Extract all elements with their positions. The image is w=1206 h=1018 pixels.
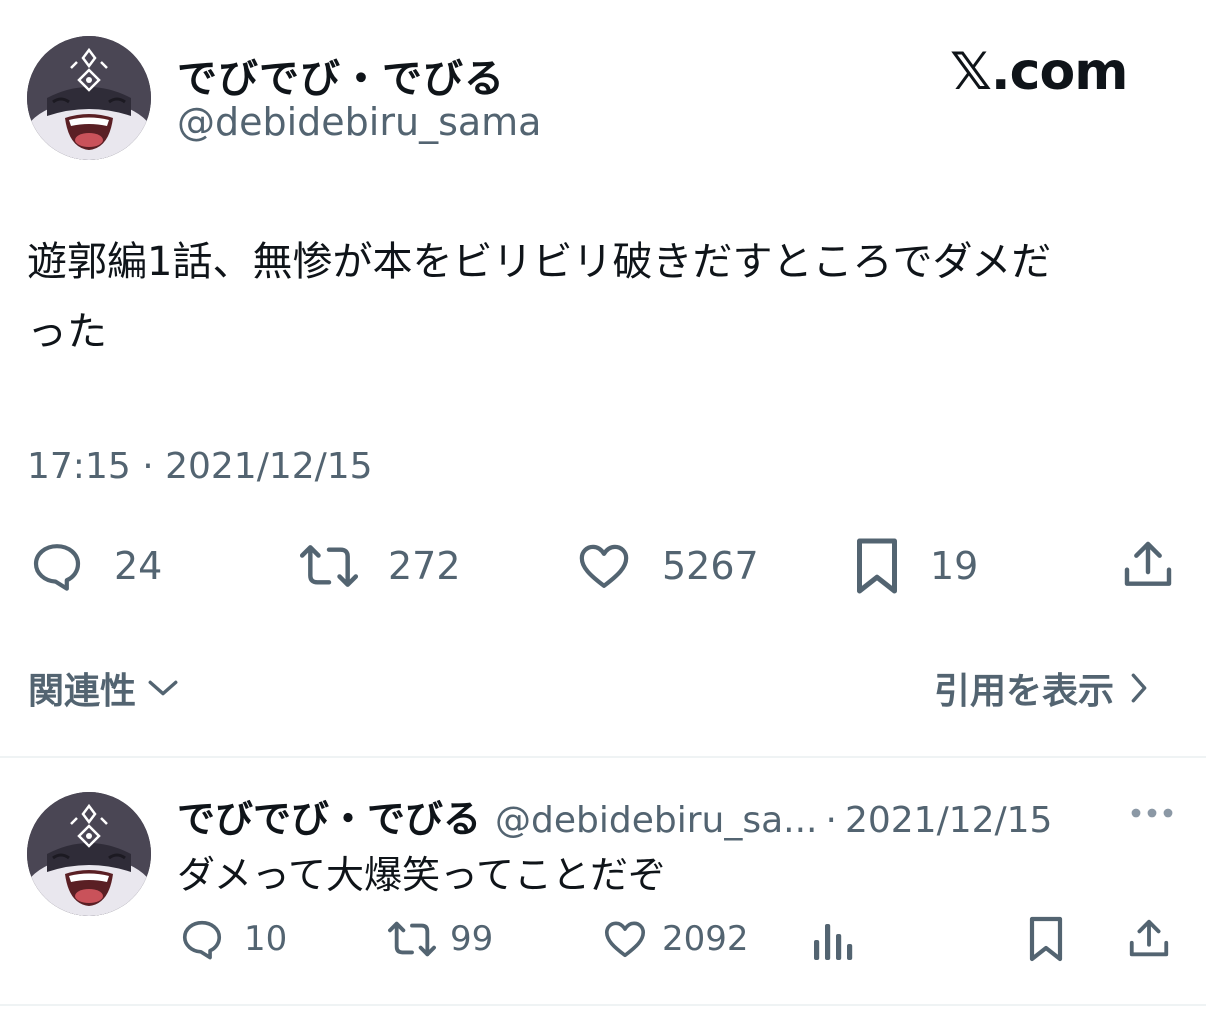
share-button[interactable] xyxy=(1120,536,1176,594)
heart-icon xyxy=(574,538,634,594)
bottom-divider xyxy=(0,1004,1206,1006)
reply-retweet-count: 99 xyxy=(450,919,494,959)
heart-icon xyxy=(600,916,650,962)
bookmark-icon xyxy=(852,536,902,596)
share-upload-icon xyxy=(1120,536,1176,594)
reply-like-stat[interactable]: 2092 xyxy=(600,916,749,962)
chevron-down-icon xyxy=(146,676,180,700)
site-brand-logo: 𝕏.com xyxy=(950,42,1128,102)
relevance-sort-dropdown[interactable]: 関連性 xyxy=(28,662,180,714)
reply-reply-stat[interactable]: 10 xyxy=(178,916,287,962)
reply-like-count: 2092 xyxy=(662,919,749,959)
tweet-timestamp[interactable]: 17:15 · 2021/12/15 xyxy=(27,446,373,487)
retweet-stat[interactable]: 272 xyxy=(298,538,461,594)
reply-separator: · xyxy=(825,800,837,841)
reply-share-button[interactable] xyxy=(1126,914,1172,964)
like-count: 5267 xyxy=(662,544,759,588)
bookmark-icon xyxy=(1026,914,1066,964)
reply-stat[interactable]: 24 xyxy=(28,538,162,594)
view-quotes-link[interactable]: 引用を表示 xyxy=(934,662,1150,714)
reply-count: 24 xyxy=(114,544,163,588)
speech-bubble-icon xyxy=(28,538,86,594)
author-avatar[interactable] xyxy=(27,36,151,160)
bookmark-stat[interactable]: 19 xyxy=(852,536,978,596)
avatar-image xyxy=(27,36,151,160)
reply-views-stat[interactable] xyxy=(812,916,856,964)
avatar-image xyxy=(27,792,151,916)
chevron-right-icon xyxy=(1128,671,1150,705)
view-quotes-label: 引用を表示 xyxy=(934,671,1115,712)
reply-header: でびでび・でびる @debidebiru_sa... · 2021/12/15 xyxy=(177,788,1052,843)
speech-bubble-icon xyxy=(178,916,226,962)
reply-retweet-stat[interactable]: 99 xyxy=(386,916,493,962)
reply-reply-count: 10 xyxy=(244,919,288,959)
author-handle[interactable]: @debidebiru_sama xyxy=(177,100,541,144)
retweet-icon xyxy=(386,916,438,962)
section-divider xyxy=(0,756,1206,758)
reply-display-name[interactable]: でびでび・でびる xyxy=(177,788,481,843)
retweet-count: 272 xyxy=(388,544,461,588)
reply-author-avatar[interactable] xyxy=(27,792,151,916)
reply-bookmark-button[interactable] xyxy=(1026,914,1066,964)
reply-handle[interactable]: @debidebiru_sa... xyxy=(495,800,817,841)
author-display-name[interactable]: でびでび・でびる xyxy=(177,46,505,104)
more-dots-icon[interactable] xyxy=(1128,798,1176,828)
bookmark-count: 19 xyxy=(930,544,979,588)
reply-text: ダメって大爆笑ってことだぞ xyxy=(177,853,667,897)
share-upload-icon xyxy=(1126,914,1172,964)
retweet-icon xyxy=(298,538,360,594)
bar-chart-icon xyxy=(812,916,856,964)
tweet-text-line-2: った xyxy=(27,309,107,355)
like-stat[interactable]: 5267 xyxy=(574,538,759,594)
relevance-label: 関連性 xyxy=(28,671,137,712)
tweet-text-line-1: 遊郭編1話、無惨が本をビリビリ破きだすところでダメだ xyxy=(27,239,1052,285)
reply-date[interactable]: 2021/12/15 xyxy=(845,800,1053,841)
